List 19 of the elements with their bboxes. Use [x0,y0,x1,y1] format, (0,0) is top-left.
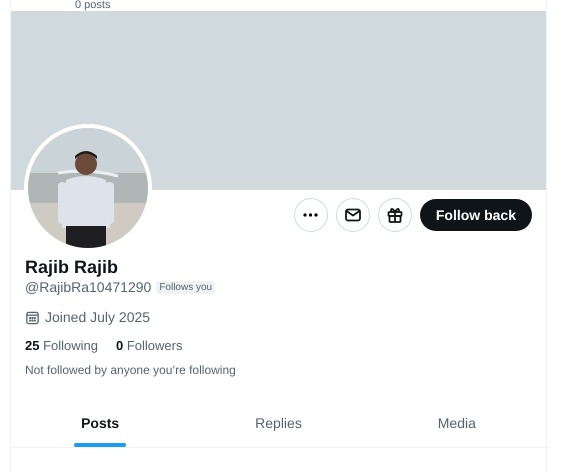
profile-tab[interactable]: Media [368,403,546,447]
calendar-icon [25,310,40,324]
mutual-followers-note: Not followed by anyone you’re following [25,363,237,377]
display-name: Rajib Rajib [25,256,120,278]
profile-tab[interactable]: Posts [11,403,190,447]
join-date: Joined July 2025 [45,309,150,325]
follow-count-link[interactable]: 25 Following [25,338,98,353]
envelope-icon [344,206,362,224]
follow-back-button[interactable]: Follow back [420,199,532,231]
gift-button[interactable] [378,198,412,232]
gift-icon [386,206,404,224]
profile-tab[interactable]: Replies [189,403,368,447]
message-button[interactable] [336,198,370,232]
follow-count-link[interactable]: 0 Followers [116,338,182,353]
follows-you-badge: Follows you [156,280,216,294]
more-button[interactable] [294,198,328,232]
post-count: 0 posts [75,0,110,11]
more-icon [303,213,318,217]
username: @RajibRa10471290 [25,279,152,295]
